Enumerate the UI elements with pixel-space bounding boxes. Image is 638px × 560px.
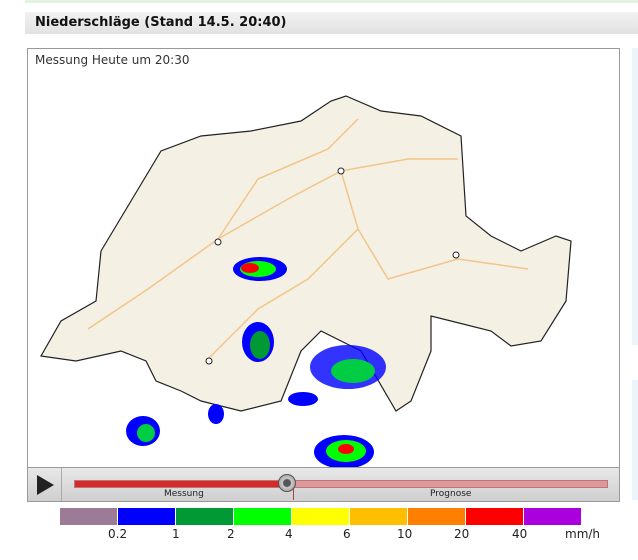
side-panel bbox=[632, 380, 638, 500]
legend-label: 2 bbox=[227, 527, 235, 541]
legend-label: 20 bbox=[454, 527, 470, 541]
legend-swatch bbox=[292, 508, 349, 525]
legend-swatch bbox=[176, 508, 233, 525]
legend-swatch bbox=[60, 508, 117, 525]
legend-label: 40 bbox=[512, 527, 528, 541]
top-accent-line bbox=[25, 0, 638, 3]
switzerland-map bbox=[40, 95, 572, 468]
timeline-control: Messung Prognose bbox=[27, 467, 620, 502]
legend-swatch bbox=[350, 508, 407, 525]
legend-label: 10 bbox=[397, 527, 413, 541]
legend-label: 6 bbox=[343, 527, 351, 541]
radar-map[interactable]: Messung Heute um 20:30 bbox=[27, 48, 620, 469]
timeline-slider[interactable] bbox=[74, 480, 608, 488]
legend-swatch bbox=[234, 508, 291, 525]
section-header: Niederschläge (Stand 14.5. 20:40) bbox=[25, 12, 638, 34]
legend-label: 1 bbox=[172, 527, 180, 541]
legend-label: 4 bbox=[285, 527, 293, 541]
legend-label: 0.2 bbox=[108, 527, 128, 541]
timeline-slider-thumb[interactable] bbox=[278, 474, 296, 492]
legend-swatch bbox=[524, 508, 581, 525]
past-label: Messung bbox=[164, 489, 204, 499]
page-title: Niederschläge (Stand 14.5. 20:40) bbox=[35, 15, 287, 30]
country-outline bbox=[40, 95, 572, 412]
side-panel bbox=[632, 48, 638, 345]
play-button[interactable] bbox=[28, 468, 62, 501]
color-legend bbox=[60, 508, 582, 525]
legend-swatch bbox=[466, 508, 523, 525]
timeline-progress bbox=[75, 481, 291, 487]
map-caption: Messung Heute um 20:30 bbox=[35, 53, 190, 67]
forecast-label: Prognose bbox=[430, 489, 472, 499]
legend-swatch bbox=[408, 508, 465, 525]
legend-swatch bbox=[118, 508, 175, 525]
legend-unit: mm/h bbox=[565, 527, 601, 541]
